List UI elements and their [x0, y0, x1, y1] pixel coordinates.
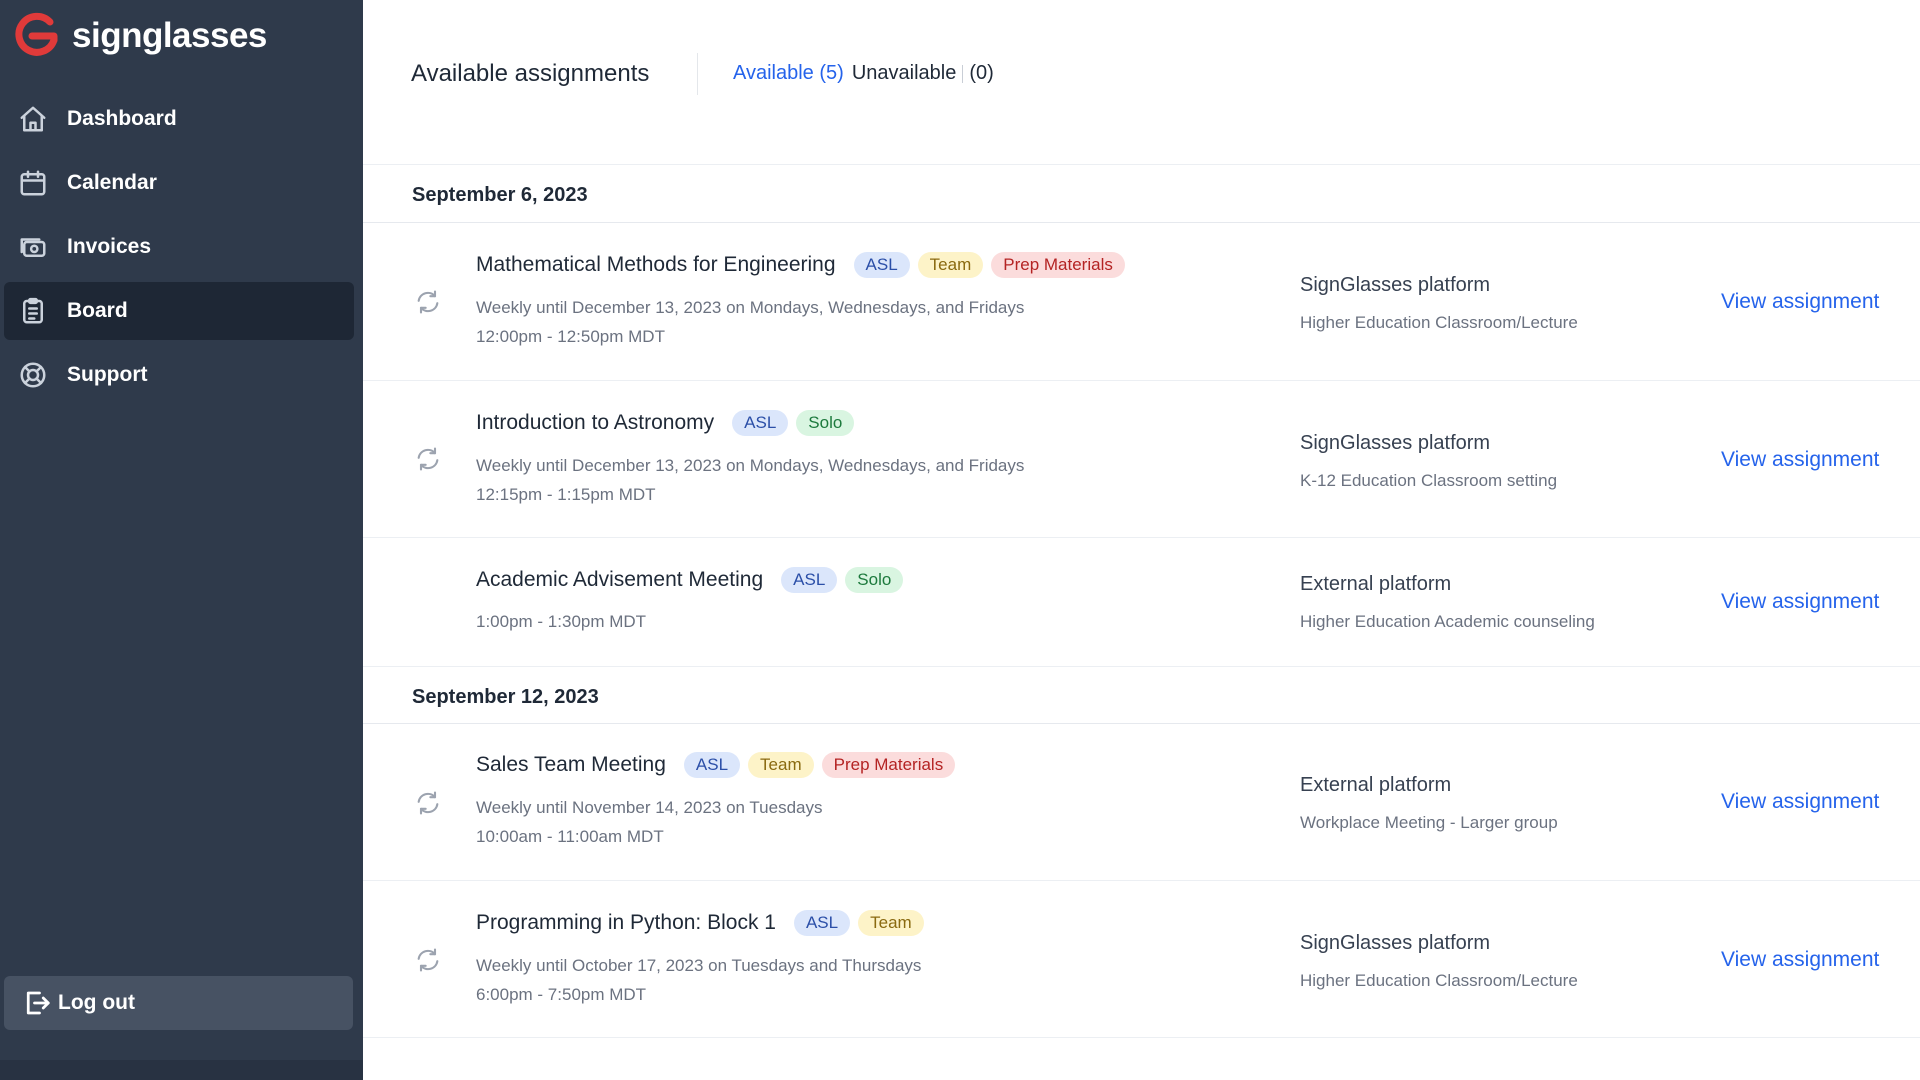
assignment-platform: SignGlasses platform: [1300, 432, 1491, 454]
sidebar-item-board[interactable]: Board: [4, 282, 354, 340]
assignment-time: 6:00pm - 7:50pm MDT: [476, 985, 647, 1004]
badge-prep-materials: Prep Materials: [991, 252, 1125, 278]
assignment-setting: K-12 Education Classroom setting: [1300, 471, 1558, 490]
page-header: Available assignments Available (5) Unav…: [363, 0, 1920, 165]
recurring-icon: [414, 946, 442, 974]
assignment-platform: SignGlasses platform: [1300, 274, 1491, 296]
badge-team: Team: [858, 910, 924, 936]
assignment-tabs: Available (5) Unavailable (0): [733, 62, 994, 85]
brand-logo[interactable]: signglasses: [14, 12, 267, 60]
assignment-schedule: Weekly until October 17, 2023 on Tuesday…: [476, 956, 922, 975]
header-divider: [697, 53, 698, 95]
assignment-row: Sales Team Meeting ASL Team Prep Materia…: [363, 724, 1920, 881]
badge-team: Team: [748, 752, 814, 778]
logout-label: Log out: [58, 991, 135, 1014]
badge-asl: ASL: [732, 410, 789, 436]
tab-available[interactable]: Available (5): [733, 62, 844, 85]
assignment-setting: Higher Education Academic counseling: [1300, 612, 1595, 631]
assignment-platform: External platform: [1300, 774, 1452, 796]
badge-asl: ASL: [683, 752, 741, 778]
view-assignment-link[interactable]: View assignment: [1721, 290, 1879, 314]
assignment-title-row: Mathematical Methods for Engineering ASL…: [476, 252, 1125, 278]
badge-solo: Solo: [845, 567, 904, 593]
recurring-icon: [414, 789, 442, 817]
lifebuoy-icon: [16, 358, 50, 392]
assignment-title: Academic Advisement Meeting: [476, 568, 764, 591]
assignment-row: Programming in Python: Block 1 ASL Team …: [363, 881, 1920, 1038]
assignment-row: Introduction to Astronomy ASL Solo Weekl…: [363, 381, 1920, 538]
logout-icon: [26, 991, 50, 1015]
clipboard-icon: [16, 294, 50, 328]
assignment-row: Academic Advisement Meeting ASL Solo 1:0…: [363, 538, 1920, 666]
recurring-icon: [414, 288, 442, 316]
main-content: Available assignments Available (5) Unav…: [363, 0, 1920, 1080]
assignment-title: Sales Team Meeting: [476, 753, 666, 776]
sidebar-item-label: Dashboard: [67, 107, 177, 130]
assignment-setting: Workplace Meeting - Larger group: [1300, 813, 1558, 832]
sidebar-item-label: Invoices: [67, 235, 152, 258]
sidebar: signglasses Dashboard Calendar Invoices …: [0, 0, 363, 1080]
sidebar-item-label: Board: [67, 299, 128, 322]
brand-name: signglasses: [72, 16, 267, 55]
signglasses-logo-icon: [15, 12, 58, 56]
assignment-row: Mathematical Methods for Engineering ASL…: [363, 223, 1920, 381]
view-assignment-link[interactable]: View assignment: [1721, 590, 1879, 614]
assignment-title: Programming in Python: Block 1: [476, 911, 776, 934]
sidebar-item-label: Support: [67, 363, 148, 386]
assignment-title-row: Sales Team Meeting ASL Team Prep Materia…: [476, 752, 956, 778]
badge-team: Team: [917, 252, 984, 278]
assignment-title-row: Programming in Python: Block 1 ASL Team: [476, 910, 924, 936]
assignment-time: 1:00pm - 1:30pm MDT: [476, 612, 647, 631]
assignment-setting: Higher Education Classroom/Lecture: [1300, 313, 1578, 332]
page-title: Available assignments: [411, 60, 650, 87]
view-assignment-link[interactable]: View assignment: [1721, 790, 1879, 814]
recurring-icon: [414, 445, 442, 473]
group-date: September 6, 2023: [412, 184, 588, 206]
sidebar-item-label: Calendar: [67, 171, 157, 194]
assignment-schedule: Weekly until December 13, 2023 on Monday…: [476, 298, 1025, 317]
assignment-title-row: Academic Advisement Meeting ASL Solo: [476, 567, 904, 593]
badge-prep-materials: Prep Materials: [821, 752, 956, 778]
badge-solo: Solo: [796, 410, 855, 436]
sidebar-item-dashboard[interactable]: Dashboard: [4, 90, 354, 148]
calendar-icon: [16, 166, 50, 200]
badge-asl: ASL: [793, 910, 851, 936]
logout-button[interactable]: Log out: [4, 976, 353, 1030]
assignment-schedule: Weekly until November 14, 2023 on Tuesda…: [476, 798, 823, 817]
assignment-schedule: Weekly until December 13, 2023 on Monday…: [476, 456, 1025, 475]
home-icon: [16, 102, 50, 136]
assignment-time: 10:00am - 11:00am MDT: [476, 827, 664, 846]
invoices-icon: [16, 230, 50, 264]
assignment-title: Mathematical Methods for Engineering: [476, 253, 836, 276]
assignment-platform: SignGlasses platform: [1300, 932, 1491, 954]
sidebar-item-calendar[interactable]: Calendar: [4, 154, 354, 212]
sidebar-nav: Dashboard Calendar Invoices Board Suppor…: [4, 90, 354, 410]
assignment-title-row: Introduction to Astronomy ASL Solo: [476, 410, 855, 436]
badge-asl: ASL: [853, 252, 910, 278]
view-assignment-link[interactable]: View assignment: [1721, 948, 1879, 972]
sidebar-footer-strip: [0, 1060, 363, 1080]
assignment-time: 12:00pm - 12:50pm MDT: [476, 327, 665, 346]
assignment-title: Introduction to Astronomy: [476, 411, 715, 434]
assignment-setting: Higher Education Classroom/Lecture: [1300, 971, 1578, 990]
view-assignment-link[interactable]: View assignment: [1721, 448, 1879, 472]
tab-separator: [962, 64, 964, 83]
assignment-platform: External platform: [1300, 573, 1452, 595]
sidebar-item-support[interactable]: Support: [4, 346, 354, 404]
date-group-header: September 6, 2023: [363, 165, 1920, 223]
tab-unavailable-count[interactable]: (0): [969, 62, 993, 85]
group-date: September 12, 2023: [412, 686, 599, 708]
tab-unavailable[interactable]: Unavailable: [852, 62, 957, 85]
date-group-header: September 12, 2023: [363, 666, 1920, 724]
assignment-time: 12:15pm - 1:15pm MDT: [476, 485, 656, 504]
badge-asl: ASL: [781, 567, 838, 593]
sidebar-item-invoices[interactable]: Invoices: [4, 218, 354, 276]
